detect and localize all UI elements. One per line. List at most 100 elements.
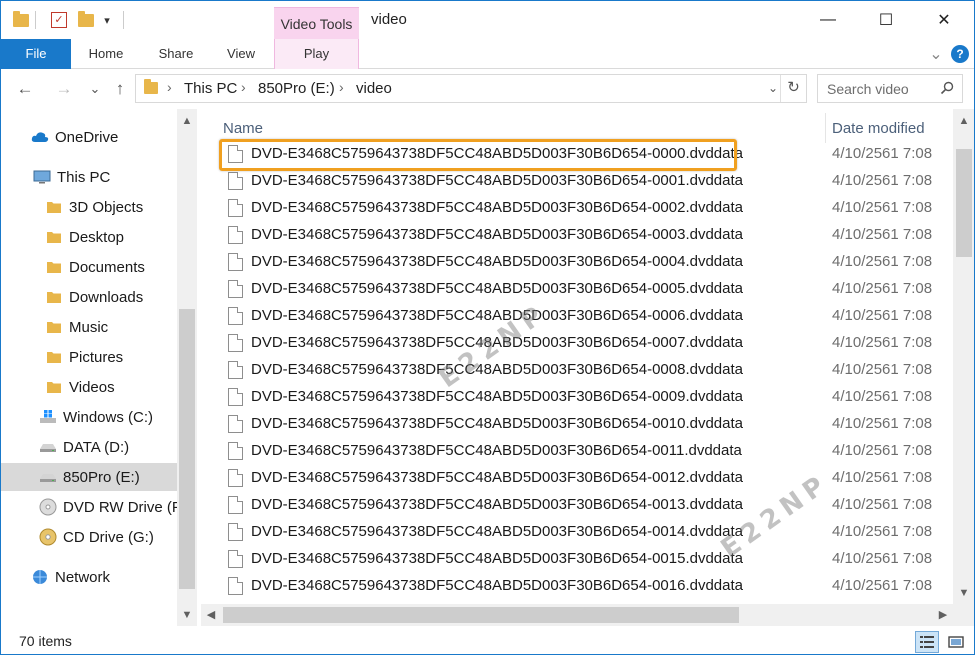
- scroll-up-arrow[interactable]: ▲: [177, 113, 197, 129]
- file-row[interactable]: DVD-E3468C5759643738DF5CC48ABD5D003F30B6…: [223, 276, 953, 303]
- file-row[interactable]: DVD-E3468C5759643738DF5CC48ABD5D003F30B6…: [223, 546, 953, 573]
- file-row[interactable]: DVD-E3468C5759643738DF5CC48ABD5D003F30B6…: [223, 168, 953, 195]
- breadcrumb-drive[interactable]: 850Pro (E:): [258, 80, 335, 97]
- file-row[interactable]: DVD-E3468C5759643738DF5CC48ABD5D003F30B6…: [223, 573, 953, 600]
- file-list-vertical-scrollbar[interactable]: ▲ ▼: [953, 109, 974, 604]
- nav-item[interactable]: Downloads: [1, 283, 177, 311]
- search-input[interactable]: Search video: [827, 81, 909, 97]
- breadcrumb-this-pc[interactable]: This PC: [184, 80, 237, 97]
- folder-music-icon: [45, 318, 63, 336]
- nav-item-label: DVD RW Drive (F:): [63, 498, 177, 516]
- file-name: DVD-E3468C5759643738DF5CC48ABD5D003F30B6…: [251, 388, 743, 405]
- scroll-right-arrow[interactable]: ▶: [935, 607, 951, 623]
- file-row[interactable]: DVD-E3468C5759643738DF5CC48ABD5D003F30B6…: [223, 465, 953, 492]
- nav-item[interactable]: DATA (D:): [1, 433, 177, 461]
- folder-downloads-icon: [45, 288, 63, 306]
- scroll-down-arrow[interactable]: ▼: [954, 585, 974, 601]
- folder-videos-icon: [45, 378, 63, 396]
- divider: [123, 11, 124, 29]
- file-date-modified: 4/10/2561 7:08: [832, 361, 933, 378]
- close-button[interactable]: ✕: [915, 1, 973, 39]
- file-explorer-window: ✓ ▾ Video Tools video — ☐ ✕ File Home Sh…: [0, 0, 975, 655]
- file-row[interactable]: DVD-E3468C5759643738DF5CC48ABD5D003F30B6…: [223, 438, 953, 465]
- ribbon-collapse-button[interactable]: ⌄: [925, 43, 947, 65]
- search-box[interactable]: Search video: [817, 74, 963, 103]
- column-header-name[interactable]: Name: [223, 120, 263, 137]
- column-header-date-modified[interactable]: Date modified: [832, 120, 925, 137]
- file-row[interactable]: DVD-E3468C5759643738DF5CC48ABD5D003F30B6…: [223, 249, 953, 276]
- address-dropdown-button[interactable]: ⌄: [768, 81, 778, 95]
- address-bar[interactable]: › This PC › 850Pro (E:) › video ⌄ ↻: [135, 74, 807, 103]
- file-row[interactable]: DVD-E3468C5759643738DF5CC48ABD5D003F30B6…: [223, 519, 953, 546]
- title-bar: ✓ ▾ Video Tools video — ☐ ✕: [1, 1, 974, 39]
- nav-item[interactable]: DVD RW Drive (F:): [1, 493, 177, 521]
- nav-item[interactable]: Pictures: [1, 343, 177, 371]
- scroll-left-arrow[interactable]: ◀: [203, 607, 219, 623]
- file-row[interactable]: DVD-E3468C5759643738DF5CC48ABD5D003F30B6…: [223, 384, 953, 411]
- maximize-button[interactable]: ☐: [857, 1, 915, 39]
- nav-item[interactable]: Windows (C:): [1, 403, 177, 431]
- nav-item[interactable]: Music: [1, 313, 177, 341]
- forward-button[interactable]: →: [53, 79, 75, 99]
- nav-item[interactable]: OneDrive: [1, 123, 177, 151]
- breadcrumb-video[interactable]: video: [356, 80, 392, 97]
- breadcrumb-separator[interactable]: ›: [241, 79, 246, 95]
- file-row[interactable]: DVD-E3468C5759643738DF5CC48ABD5D003F30B6…: [223, 330, 953, 357]
- horizontal-scroll-thumb[interactable]: [223, 607, 739, 623]
- cd-drive-icon: [39, 528, 57, 546]
- nav-item-label: DATA (D:): [63, 438, 130, 456]
- file-date-modified: 4/10/2561 7:08: [832, 550, 933, 567]
- help-icon: ?: [951, 45, 969, 63]
- breadcrumb-separator[interactable]: ›: [339, 79, 344, 95]
- computer-icon: [33, 168, 51, 186]
- file-list-horizontal-scrollbar[interactable]: ◀ ▶: [201, 604, 953, 626]
- scroll-down-arrow[interactable]: ▼: [177, 607, 197, 623]
- file-row[interactable]: DVD-E3468C5759643738DF5CC48ABD5D003F30B6…: [223, 492, 953, 519]
- folder-icon: [11, 9, 31, 31]
- tab-play[interactable]: Play: [274, 39, 359, 69]
- properties-button[interactable]: ✓: [48, 9, 70, 31]
- nav-scrollbar[interactable]: ▲ ▼: [177, 109, 197, 626]
- file-row[interactable]: DVD-E3468C5759643738DF5CC48ABD5D003F30B6…: [223, 195, 953, 222]
- details-view-button[interactable]: [915, 631, 939, 653]
- refresh-button[interactable]: ↻: [780, 75, 806, 102]
- file-name: DVD-E3468C5759643738DF5CC48ABD5D003F30B6…: [251, 442, 742, 459]
- nav-item-label: CD Drive (G:): [63, 528, 154, 546]
- nav-item[interactable]: 3D Objects: [1, 193, 177, 221]
- tab-view[interactable]: View: [215, 39, 267, 69]
- tab-file[interactable]: File: [1, 39, 71, 69]
- recent-locations-button[interactable]: ⌄: [84, 79, 106, 99]
- scroll-up-arrow[interactable]: ▲: [954, 113, 974, 129]
- file-row[interactable]: DVD-E3468C5759643738DF5CC48ABD5D003F30B6…: [223, 357, 953, 384]
- minimize-button[interactable]: —: [799, 1, 857, 39]
- nav-item-label: Documents: [69, 258, 145, 276]
- large-icons-view-icon: [948, 636, 964, 648]
- nav-item[interactable]: Videos: [1, 373, 177, 401]
- network-icon: [31, 568, 49, 586]
- nav-item[interactable]: Network: [1, 563, 177, 591]
- tab-share[interactable]: Share: [147, 39, 205, 69]
- column-divider[interactable]: [825, 113, 826, 143]
- file-icon: [228, 307, 243, 325]
- file-row[interactable]: DVD-E3468C5759643738DF5CC48ABD5D003F30B6…: [223, 411, 953, 438]
- nav-item[interactable]: Desktop: [1, 223, 177, 251]
- large-icons-view-button[interactable]: [944, 631, 968, 653]
- quick-access-dropdown[interactable]: ▾: [99, 9, 115, 31]
- nav-item-label: Pictures: [69, 348, 124, 366]
- tab-home[interactable]: Home: [77, 39, 135, 69]
- nav-item[interactable]: This PC: [1, 163, 177, 191]
- help-button[interactable]: ?: [949, 43, 971, 65]
- back-button[interactable]: ←: [14, 79, 36, 99]
- breadcrumb-separator[interactable]: ›: [167, 79, 172, 95]
- up-button[interactable]: ↑: [109, 79, 131, 99]
- file-row[interactable]: DVD-E3468C5759643738DF5CC48ABD5D003F30B6…: [223, 141, 953, 168]
- new-folder-button[interactable]: [75, 9, 97, 31]
- nav-item[interactable]: 850Pro (E:): [1, 463, 177, 491]
- file-row[interactable]: DVD-E3468C5759643738DF5CC48ABD5D003F30B6…: [223, 303, 953, 330]
- nav-item[interactable]: Documents: [1, 253, 177, 281]
- file-row[interactable]: DVD-E3468C5759643738DF5CC48ABD5D003F30B6…: [223, 222, 953, 249]
- file-date-modified: 4/10/2561 7:08: [832, 172, 933, 189]
- nav-scroll-thumb[interactable]: [179, 309, 195, 589]
- nav-item[interactable]: CD Drive (G:): [1, 523, 177, 551]
- vertical-scroll-thumb[interactable]: [956, 149, 972, 257]
